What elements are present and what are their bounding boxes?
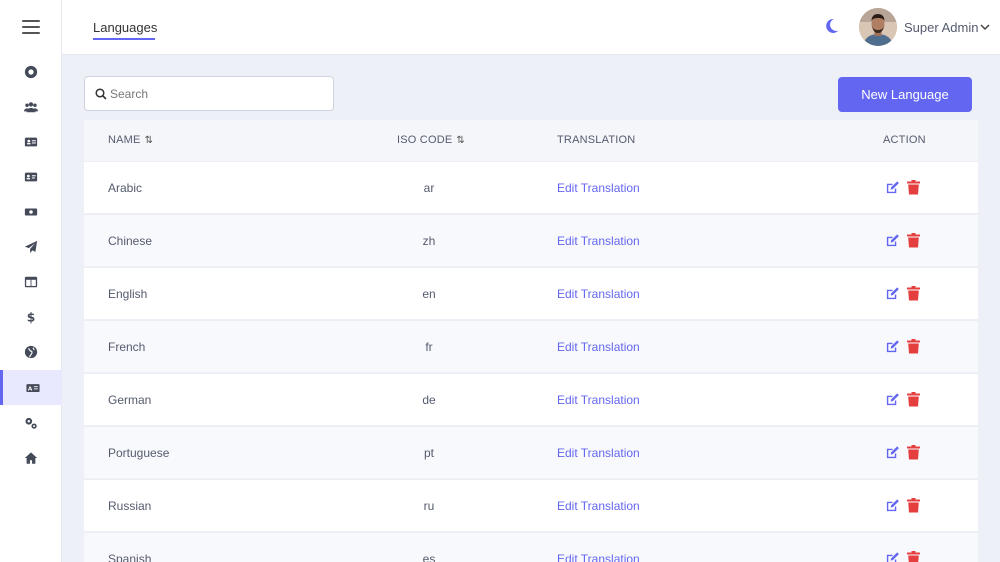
edit-icon[interactable] bbox=[885, 445, 900, 460]
edit-translation-link[interactable]: Edit Translation bbox=[557, 552, 640, 562]
sidebar-item-payments[interactable] bbox=[0, 194, 62, 229]
search-box bbox=[84, 76, 334, 111]
edit-icon[interactable] bbox=[885, 551, 900, 562]
table-row: Spanish es Edit Translation bbox=[84, 532, 978, 562]
edit-icon[interactable] bbox=[885, 286, 900, 301]
iso-code: ru bbox=[423, 499, 435, 513]
home-icon bbox=[24, 451, 38, 464]
trash-icon[interactable] bbox=[907, 445, 920, 460]
active-tab-indicator bbox=[93, 38, 155, 40]
sort-icon[interactable]: ⇅ bbox=[456, 135, 465, 146]
language-name: English bbox=[108, 287, 148, 301]
edit-translation-link[interactable]: Edit Translation bbox=[557, 446, 640, 460]
column-header-name-label: NAME bbox=[108, 134, 141, 146]
table-row: Arabic ar Edit Translation bbox=[84, 161, 978, 213]
trash-icon[interactable] bbox=[907, 233, 920, 248]
table-row: English en Edit Translation bbox=[84, 267, 978, 319]
trash-icon[interactable] bbox=[907, 498, 920, 513]
search-input[interactable] bbox=[110, 77, 330, 110]
sidebar-item-currency[interactable]: $ bbox=[0, 299, 62, 334]
sidebar-item-id-card[interactable] bbox=[0, 124, 62, 159]
table-row: Russian ru Edit Translation bbox=[84, 479, 978, 531]
dollar-icon: $ bbox=[27, 310, 36, 324]
iso-code: en bbox=[422, 287, 436, 301]
table-row: German de Edit Translation bbox=[84, 373, 978, 425]
column-header-iso-label: ISO CODE bbox=[397, 134, 453, 146]
edit-icon[interactable] bbox=[885, 339, 900, 354]
trash-icon[interactable] bbox=[907, 286, 920, 301]
table-row: Portuguese pt Edit Translation bbox=[84, 426, 978, 478]
language-name: German bbox=[108, 393, 152, 407]
sidebar-item-globe[interactable] bbox=[0, 334, 62, 369]
iso-code: ar bbox=[423, 181, 435, 195]
paper-plane-icon bbox=[24, 240, 38, 253]
sidebar-item-send[interactable] bbox=[0, 229, 62, 264]
user-name[interactable]: Super Admin bbox=[904, 20, 978, 35]
address-card-icon bbox=[24, 172, 38, 181]
search-icon bbox=[95, 88, 107, 100]
language-name: Spanish bbox=[108, 552, 152, 562]
edit-translation-link[interactable]: Edit Translation bbox=[557, 499, 640, 513]
language-name: Arabic bbox=[108, 181, 143, 195]
column-header-translation: TRANSLATION bbox=[557, 134, 636, 146]
edit-translation-link[interactable]: Edit Translation bbox=[557, 393, 640, 407]
avatar-image bbox=[859, 8, 897, 46]
circle-dot-icon bbox=[24, 65, 38, 78]
id-card-icon bbox=[24, 137, 38, 146]
iso-code: pt bbox=[423, 446, 434, 460]
sort-icon[interactable]: ⇅ bbox=[145, 135, 154, 146]
column-header-iso-code[interactable]: ISO CODE ⇅ bbox=[397, 134, 465, 146]
edit-icon[interactable] bbox=[885, 392, 900, 407]
trash-icon[interactable] bbox=[907, 180, 920, 195]
moon-icon[interactable] bbox=[822, 17, 840, 35]
table-row: Chinese zh Edit Translation bbox=[84, 214, 978, 266]
language-icon: A bbox=[25, 383, 40, 392]
language-name: Portuguese bbox=[108, 446, 170, 460]
column-header-name[interactable]: NAME ⇅ bbox=[108, 134, 153, 146]
language-name: Russian bbox=[108, 499, 152, 513]
column-header-action: ACTION bbox=[883, 134, 926, 146]
new-language-button[interactable]: New Language bbox=[838, 77, 972, 112]
language-name: Chinese bbox=[108, 234, 153, 248]
trash-icon[interactable] bbox=[907, 339, 920, 354]
svg-text:$: $ bbox=[27, 310, 36, 324]
svg-text:A: A bbox=[27, 386, 32, 392]
edit-translation-link[interactable]: Edit Translation bbox=[557, 287, 640, 301]
trash-icon[interactable] bbox=[907, 392, 920, 407]
table-row: French fr Edit Translation bbox=[84, 320, 978, 372]
sidebar-item-users[interactable] bbox=[0, 89, 62, 124]
top-bar: Languages Super Admin bbox=[62, 0, 1000, 55]
edit-translation-link[interactable]: Edit Translation bbox=[557, 181, 640, 195]
iso-code: fr bbox=[425, 340, 433, 354]
columns-icon bbox=[24, 276, 38, 287]
sidebar-item-layout[interactable] bbox=[0, 264, 62, 299]
languages-table: NAME ⇅ ISO CODE ⇅ TRANSLATION ACTION Arabi… bbox=[84, 120, 978, 562]
sidebar-item-address-card[interactable] bbox=[0, 159, 62, 194]
iso-code: de bbox=[422, 393, 436, 407]
sidebar-item-languages[interactable]: A bbox=[0, 370, 62, 405]
cogs-icon bbox=[25, 417, 37, 429]
menu-icon[interactable] bbox=[22, 20, 40, 34]
edit-translation-link[interactable]: Edit Translation bbox=[557, 340, 640, 354]
language-name: French bbox=[108, 340, 146, 354]
sidebar-item-settings[interactable] bbox=[0, 405, 62, 440]
sidebar: $ A bbox=[0, 0, 62, 562]
edit-icon[interactable] bbox=[885, 180, 900, 195]
sidebar-item-home[interactable] bbox=[0, 440, 62, 475]
globe-icon bbox=[24, 345, 38, 358]
users-icon bbox=[24, 101, 38, 112]
chevron-down-icon[interactable] bbox=[980, 22, 990, 32]
sidebar-item-dashboard[interactable] bbox=[0, 54, 62, 89]
tab-languages[interactable]: Languages bbox=[93, 20, 157, 35]
iso-code: es bbox=[422, 552, 436, 562]
avatar[interactable] bbox=[859, 8, 897, 46]
edit-icon[interactable] bbox=[885, 233, 900, 248]
iso-code: zh bbox=[422, 234, 436, 248]
edit-translation-link[interactable]: Edit Translation bbox=[557, 234, 640, 248]
edit-icon[interactable] bbox=[885, 498, 900, 513]
table-header: NAME ⇅ ISO CODE ⇅ TRANSLATION ACTION bbox=[84, 120, 978, 161]
money-bill-icon bbox=[24, 208, 38, 215]
trash-icon[interactable] bbox=[907, 551, 920, 562]
